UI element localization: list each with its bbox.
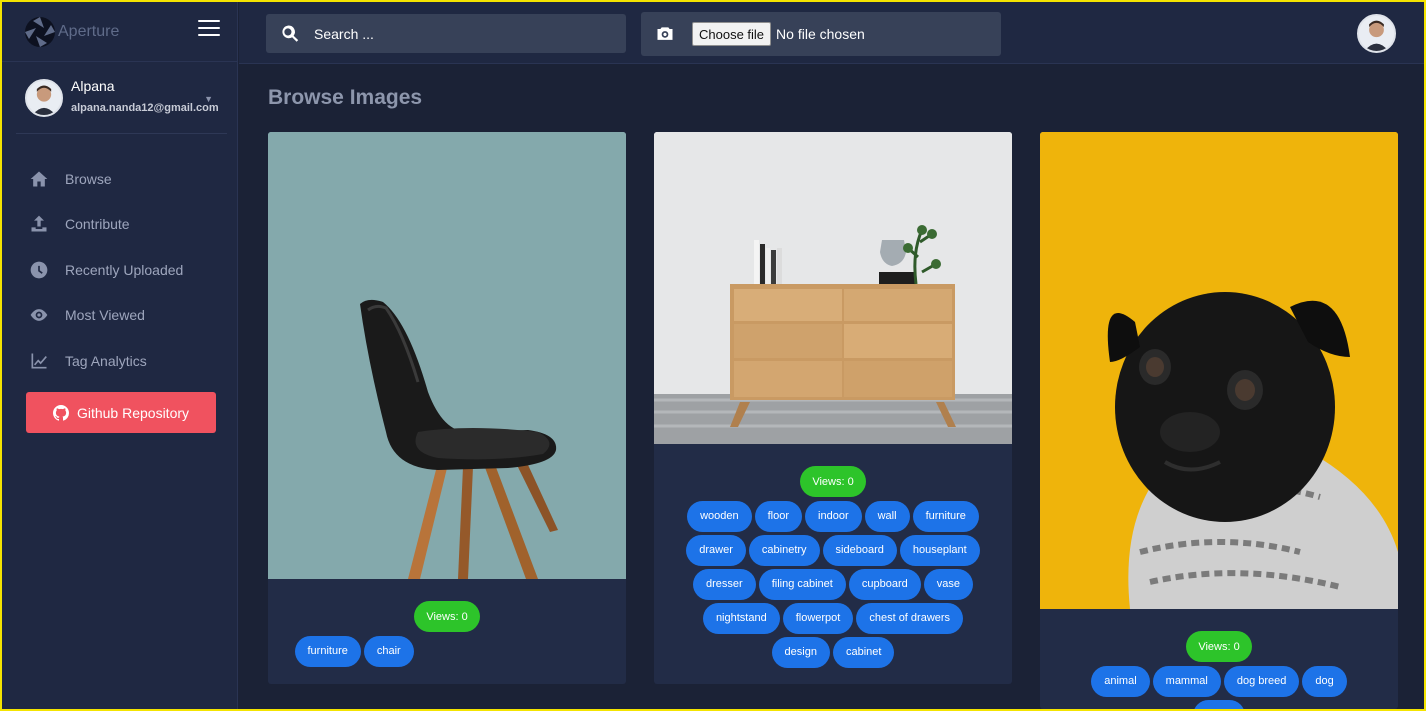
card-body: Views: 0 wooden floor indoor wall furnit…	[654, 444, 1012, 669]
tag-chip[interactable]: chest of drawers	[856, 602, 964, 634]
aperture-logo-icon	[25, 16, 55, 47]
user-email: alpana.nanda12@gmail.com	[71, 101, 219, 114]
avatar	[25, 78, 63, 117]
tag-chip[interactable]: animal	[1091, 665, 1150, 697]
pug-image	[1040, 132, 1398, 609]
sidebar-item-contribute[interactable]: Contribute	[2, 202, 237, 248]
tag-chip[interactable]: dresser	[693, 568, 756, 600]
tag-chip[interactable]: design	[771, 636, 830, 668]
tag-chip[interactable]: flowerpot	[782, 602, 854, 634]
tag-chip[interactable]: dog	[1302, 665, 1347, 697]
views-badge: Views: 0	[1186, 631, 1252, 662]
card-image-dresser[interactable]	[654, 132, 1012, 444]
image-card[interactable]: Views: 0 animal mammal dog breed dog sno…	[1040, 132, 1398, 709]
tag-chip[interactable]: mammal	[1152, 665, 1221, 697]
app-root: Aperture Alpana alpana.nanda12@gmail.com…	[2, 2, 1424, 709]
user-info: Alpana alpana.nanda12@gmail.com	[71, 78, 219, 114]
brand-name: Aperture	[58, 22, 120, 40]
tag-chip[interactable]: floor	[754, 500, 803, 532]
tag-list: furniture chair	[268, 634, 626, 668]
search-bar[interactable]	[266, 14, 626, 53]
tag-chip[interactable]: nightstand	[702, 602, 780, 634]
sidebar-item-recently-uploaded[interactable]: Recently Uploaded	[2, 247, 237, 293]
top-avatar[interactable]	[1357, 14, 1396, 53]
tag-chip[interactable]: vase	[923, 568, 973, 600]
image-card[interactable]: Views: 0 furniture chair	[268, 132, 626, 684]
tag-list: wooden floor indoor wall furniture drawe…	[654, 499, 1012, 669]
tag-list: animal mammal dog breed dog snout	[1040, 664, 1398, 709]
card-image-pug[interactable]	[1040, 132, 1398, 609]
hamburger-icon	[198, 20, 220, 22]
github-button-label: Github Repository	[76, 404, 190, 421]
tag-chip[interactable]: cabinetry	[748, 534, 820, 566]
image-upload: Choose file No file chosen	[641, 12, 1001, 56]
avatar-image	[1359, 16, 1394, 51]
image-card[interactable]: Views: 0 wooden floor indoor wall furnit…	[654, 132, 1012, 684]
chair-image	[268, 132, 626, 579]
sidebar-item-most-viewed[interactable]: Most Viewed	[2, 293, 237, 339]
sidebar-item-label: Contribute	[65, 216, 130, 233]
user-name: Alpana	[71, 77, 115, 94]
tag-chip[interactable]: chair	[363, 635, 414, 667]
hamburger-line	[198, 27, 220, 29]
eye-icon	[28, 304, 50, 326]
github-icon	[52, 404, 69, 421]
tag-chip[interactable]: houseplant	[899, 534, 980, 566]
tag-chip[interactable]: indoor	[805, 500, 862, 532]
camera-icon	[657, 27, 673, 40]
tag-chip[interactable]: dog breed	[1223, 665, 1300, 697]
github-repository-button[interactable]: Github Repository	[26, 392, 216, 433]
chart-icon	[28, 350, 50, 372]
tag-chip[interactable]: wooden	[687, 500, 752, 532]
file-status: No file chosen	[776, 26, 865, 42]
tag-chip[interactable]: cupboard	[848, 568, 921, 600]
sidebar-item-label: Most Viewed	[65, 307, 145, 324]
hamburger-line	[198, 34, 220, 36]
page-title: Browse Images	[268, 86, 423, 109]
clock-icon	[28, 259, 50, 281]
sidebar-item-label: Tag Analytics	[65, 352, 147, 369]
topbar: Choose file No file chosen	[239, 2, 1424, 64]
chevron-down-icon[interactable]: ▼	[204, 94, 213, 104]
tag-chip[interactable]: furniture	[912, 500, 979, 532]
sidebar: Aperture Alpana alpana.nanda12@gmail.com…	[2, 2, 238, 709]
views-badge: Views: 0	[800, 466, 866, 497]
sidebar-item-label: Recently Uploaded	[65, 261, 184, 278]
search-icon	[282, 25, 299, 42]
tag-chip[interactable]: snout	[1192, 699, 1246, 709]
user-profile[interactable]: Alpana alpana.nanda12@gmail.com ▼	[16, 62, 227, 134]
upload-icon	[28, 213, 50, 235]
sidebar-item-browse[interactable]: Browse	[2, 156, 237, 202]
tag-chip[interactable]: cabinet	[832, 636, 895, 668]
tag-chip[interactable]: sideboard	[822, 534, 897, 566]
sidebar-item-label: Browse	[65, 170, 112, 187]
card-body: Views: 0 furniture chair	[268, 579, 626, 668]
dresser-image	[654, 132, 1012, 444]
tag-chip[interactable]: wall	[864, 500, 910, 532]
choose-file-button[interactable]: Choose file	[692, 22, 772, 46]
tag-chip[interactable]: filing cabinet	[758, 568, 846, 600]
home-icon	[28, 168, 50, 190]
tag-chip[interactable]: drawer	[686, 534, 746, 566]
sidebar-nav: Browse Contribute Recently Uploaded Most…	[2, 156, 237, 384]
sidebar-item-tag-analytics[interactable]: Tag Analytics	[2, 338, 237, 384]
card-image-chair[interactable]	[268, 132, 626, 579]
avatar-image	[27, 80, 61, 115]
views-badge: Views: 0	[414, 601, 480, 632]
search-input[interactable]	[314, 25, 594, 42]
tag-chip[interactable]: furniture	[294, 635, 361, 667]
menu-toggle-button[interactable]	[198, 20, 220, 38]
card-body: Views: 0 animal mammal dog breed dog sno…	[1040, 609, 1398, 709]
